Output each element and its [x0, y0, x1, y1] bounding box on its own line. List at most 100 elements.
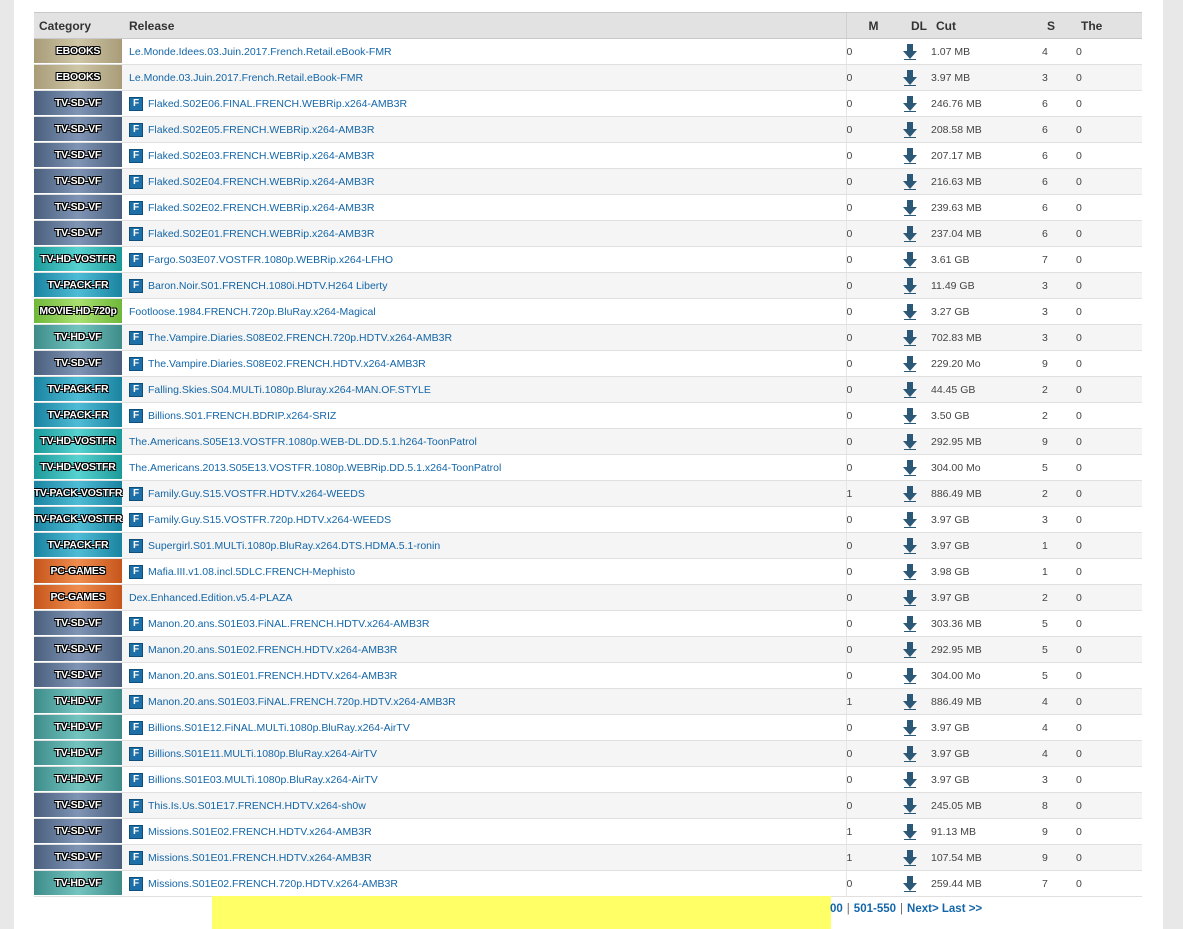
- release-link[interactable]: Falling.Skies.S04.MULTi.1080p.Bluray.x26…: [148, 384, 431, 396]
- download-arrow-icon[interactable]: [903, 199, 917, 216]
- release-link[interactable]: Billions.S01E11.MULTi.1080p.BluRay.x264-…: [148, 748, 377, 760]
- category-badge[interactable]: EBOOKS: [34, 39, 122, 64]
- category-badge[interactable]: TV-PACK-FR: [34, 377, 122, 402]
- release-link[interactable]: Baron.Noir.S01.FRENCH.1080i.HDTV.H264 Li…: [148, 280, 387, 292]
- table-row[interactable]: TV-SD-VF F Flaked.S02E05.FRENCH.WEBRip.x26…: [34, 116, 1142, 143]
- header-the[interactable]: The: [1076, 12, 1142, 39]
- release-link[interactable]: Missions.S01E02.FRENCH.HDTV.x264-AMB3R: [148, 826, 372, 838]
- download-arrow-icon[interactable]: [903, 667, 917, 684]
- download-arrow-icon[interactable]: [903, 537, 917, 554]
- download-arrow-icon[interactable]: [903, 173, 917, 190]
- download-arrow-icon[interactable]: [903, 43, 917, 60]
- category-badge[interactable]: TV-PACK-FR: [34, 533, 122, 558]
- category-badge[interactable]: TV-PACK-VOSTFR: [34, 507, 122, 532]
- table-row[interactable]: EBOOKS Le.Monde.Idees.03.Juin.2017.French…: [34, 38, 1142, 65]
- category-badge[interactable]: TV-HD-VOSTFR: [34, 429, 122, 454]
- page-link-501-550[interactable]: 501-550: [854, 903, 896, 915]
- release-link[interactable]: Family.Guy.S15.VOSTFR.720p.HDTV.x264-WEE…: [148, 514, 391, 526]
- table-row[interactable]: TV-SD-VF F Flaked.S02E04.FRENCH.WEBRip.x26…: [34, 168, 1142, 195]
- table-row[interactable]: TV-HD-VF F Manon.20.ans.S01E03.FiNAL.FRENC…: [34, 688, 1142, 715]
- file-type-icon[interactable]: F: [129, 122, 143, 137]
- release-link[interactable]: Manon.20.ans.S01E02.FRENCH.HDTV.x264-AMB…: [148, 644, 397, 656]
- category-badge[interactable]: TV-PACK-VOSTFR: [34, 481, 122, 506]
- file-type-icon[interactable]: F: [129, 486, 143, 501]
- release-link[interactable]: Flaked.S02E06.FINAL.FRENCH.WEBRip.x264-A…: [148, 98, 407, 110]
- category-badge[interactable]: TV-HD-VF: [34, 767, 122, 792]
- release-link[interactable]: Flaked.S02E02.FRENCH.WEBRip.x264-AMB3R: [148, 202, 374, 214]
- file-type-icon[interactable]: F: [129, 408, 143, 423]
- category-badge[interactable]: TV-PACK-FR: [34, 273, 122, 298]
- file-type-icon[interactable]: F: [129, 226, 143, 241]
- release-link[interactable]: Flaked.S02E04.FRENCH.WEBRip.x264-AMB3R: [148, 176, 374, 188]
- table-row[interactable]: TV-PACK-FR F Supergirl.S01.MULTi.1080p.Blu…: [34, 532, 1142, 559]
- file-type-icon[interactable]: F: [129, 512, 143, 527]
- download-arrow-icon[interactable]: [903, 797, 917, 814]
- release-link[interactable]: Le.Monde.Idees.03.Juin.2017.French.Retai…: [129, 46, 392, 58]
- category-badge[interactable]: TV-SD-VF: [34, 845, 122, 870]
- file-type-icon[interactable]: F: [129, 330, 143, 345]
- download-arrow-icon[interactable]: [903, 641, 917, 658]
- category-badge[interactable]: TV-SD-VF: [34, 195, 122, 220]
- table-row[interactable]: TV-HD-VF F Billions.S01E11.MULTi.1080p.Blu…: [34, 740, 1142, 767]
- table-row[interactable]: TV-HD-VF F The.Vampire.Diaries.S08E02.FREN…: [34, 324, 1142, 351]
- download-arrow-icon[interactable]: [903, 719, 917, 736]
- file-type-icon[interactable]: F: [129, 616, 143, 631]
- download-arrow-icon[interactable]: [903, 693, 917, 710]
- file-type-icon[interactable]: F: [129, 538, 143, 553]
- download-arrow-icon[interactable]: [903, 121, 917, 138]
- category-badge[interactable]: TV-SD-VF: [34, 663, 122, 688]
- table-row[interactable]: PC-GAMES Dex.Enhanced.Edition.v5.4-PLAZA 0…: [34, 584, 1142, 611]
- download-arrow-icon[interactable]: [903, 849, 917, 866]
- category-badge[interactable]: PC-GAMES: [34, 585, 122, 610]
- category-badge[interactable]: TV-SD-VF: [34, 143, 122, 168]
- category-badge[interactable]: TV-HD-VF: [34, 715, 122, 740]
- release-link[interactable]: Manon.20.ans.S01E01.FRENCH.HDTV.x264-AMB…: [148, 670, 397, 682]
- category-badge[interactable]: TV-HD-VF: [34, 325, 122, 350]
- header-dl[interactable]: DL: [903, 12, 931, 39]
- download-arrow-icon[interactable]: [903, 563, 917, 580]
- table-row[interactable]: TV-HD-VOSTFR F Fargo.S03E07.VOSTFR.1080p.W…: [34, 246, 1142, 273]
- release-link[interactable]: The.Americans.S05E13.VOSTFR.1080p.WEB-DL…: [129, 436, 477, 448]
- table-row[interactable]: TV-SD-VF F Missions.S01E01.FRENCH.HDTV.x26…: [34, 844, 1142, 871]
- table-row[interactable]: TV-SD-VF F Flaked.S02E01.FRENCH.WEBRip.x26…: [34, 220, 1142, 247]
- table-row[interactable]: TV-HD-VOSTFR The.Americans.2013.S05E13.VO…: [34, 454, 1142, 481]
- release-link[interactable]: Billions.S01E12.FiNAL.MULTi.1080p.BluRay…: [148, 722, 410, 734]
- file-type-icon[interactable]: F: [129, 278, 143, 293]
- release-link[interactable]: Missions.S01E02.FRENCH.720p.HDTV.x264-AM…: [148, 878, 398, 890]
- download-arrow-icon[interactable]: [903, 225, 917, 242]
- table-row[interactable]: TV-HD-VF F Missions.S01E02.FRENCH.720p.HDT…: [34, 870, 1142, 897]
- table-row[interactable]: TV-SD-VF F Manon.20.ans.S01E01.FRENCH.HDTV…: [34, 662, 1142, 689]
- category-badge[interactable]: TV-HD-VF: [34, 741, 122, 766]
- release-link[interactable]: Family.Guy.S15.VOSTFR.HDTV.x264-WEEDS: [148, 488, 365, 500]
- file-type-icon[interactable]: F: [129, 96, 143, 111]
- release-link[interactable]: Manon.20.ans.S01E03.FiNAL.FRENCH.HDTV.x2…: [148, 618, 429, 630]
- release-link[interactable]: Flaked.S02E01.FRENCH.WEBRip.x264-AMB3R: [148, 228, 374, 240]
- file-type-icon[interactable]: F: [129, 148, 143, 163]
- category-badge[interactable]: TV-SD-VF: [34, 91, 122, 116]
- table-row[interactable]: TV-HD-VF F Billions.S01E03.MULTi.1080p.Blu…: [34, 766, 1142, 793]
- table-row[interactable]: TV-SD-VF F Manon.20.ans.S01E03.FiNAL.FRENC…: [34, 610, 1142, 637]
- header-m[interactable]: M: [845, 12, 903, 39]
- next-page-link[interactable]: Next>: [907, 903, 939, 915]
- category-badge[interactable]: TV-SD-VF: [34, 611, 122, 636]
- file-type-icon[interactable]: F: [129, 252, 143, 267]
- table-row[interactable]: TV-SD-VF F This.Is.Us.S01E17.FRENCH.HDTV.x…: [34, 792, 1142, 819]
- download-arrow-icon[interactable]: [903, 589, 917, 606]
- release-link[interactable]: Supergirl.S01.MULTi.1080p.BluRay.x264.DT…: [148, 540, 440, 552]
- download-arrow-icon[interactable]: [903, 355, 917, 372]
- file-type-icon[interactable]: F: [129, 824, 143, 839]
- table-row[interactable]: TV-SD-VF F Flaked.S02E03.FRENCH.WEBRip.x26…: [34, 142, 1142, 169]
- category-badge[interactable]: EBOOKS: [34, 65, 122, 90]
- file-type-icon[interactable]: F: [129, 798, 143, 813]
- release-link[interactable]: Footloose.1984.FRENCH.720p.BluRay.x264-M…: [129, 306, 376, 318]
- table-row[interactable]: TV-HD-VF F Billions.S01E12.FiNAL.MULTi.108…: [34, 714, 1142, 741]
- release-link[interactable]: Billions.S01E03.MULTi.1080p.BluRay.x264-…: [148, 774, 378, 786]
- file-type-icon[interactable]: F: [129, 772, 143, 787]
- category-badge[interactable]: TV-HD-VF: [34, 871, 122, 896]
- page-link-previous-range[interactable]: 00: [830, 903, 843, 915]
- file-type-icon[interactable]: F: [129, 382, 143, 397]
- category-badge[interactable]: TV-SD-VF: [34, 117, 122, 142]
- table-row[interactable]: TV-PACK-FR F Billions.S01.FRENCH.BDRIP.x26…: [34, 402, 1142, 429]
- release-link[interactable]: This.Is.Us.S01E17.FRENCH.HDTV.x264-sh0w: [148, 800, 366, 812]
- table-row[interactable]: EBOOKS Le.Monde.03.Juin.2017.French.Retai…: [34, 64, 1142, 91]
